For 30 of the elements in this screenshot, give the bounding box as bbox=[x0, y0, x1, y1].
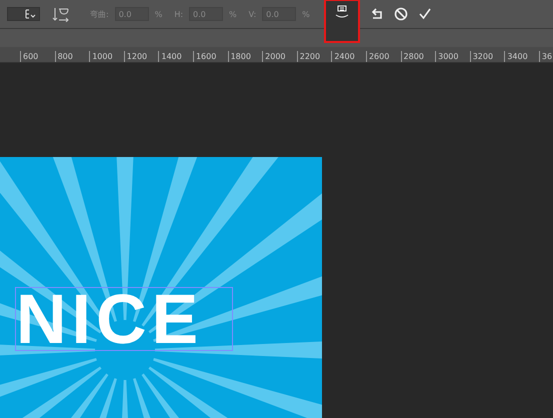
ruler-label: 1200 bbox=[124, 51, 158, 62]
ruler-label: 2000 bbox=[262, 51, 297, 62]
undo-icon[interactable] bbox=[370, 7, 384, 21]
ruler-label: 3000 bbox=[435, 51, 470, 62]
unit-label: % bbox=[302, 10, 310, 18]
ruler-label: 1800 bbox=[228, 51, 262, 62]
value-field[interactable]: 0.0 bbox=[189, 7, 224, 21]
text-style-icon bbox=[24, 9, 36, 19]
value-field[interactable]: 0.0 bbox=[114, 7, 149, 21]
ruler-label: 2400 bbox=[331, 51, 366, 62]
text-orientation-icon[interactable] bbox=[52, 6, 70, 22]
style-dropdown[interactable] bbox=[7, 7, 40, 21]
unit-label: % bbox=[154, 10, 162, 18]
ruler-label: 1600 bbox=[192, 51, 228, 62]
ruler-label: 36 bbox=[538, 51, 553, 62]
ruler-label: 800 bbox=[54, 51, 90, 62]
commit-check-icon[interactable] bbox=[418, 7, 432, 21]
ruler-label: 2800 bbox=[400, 51, 436, 62]
ruler-label: 600 bbox=[20, 51, 55, 62]
ruler-label: 1400 bbox=[158, 51, 193, 62]
ruler-label: 1000 bbox=[89, 51, 124, 62]
ruler-label: 3400 bbox=[504, 51, 539, 62]
cancel-icon[interactable] bbox=[394, 7, 408, 21]
ruler-label: 2600 bbox=[366, 51, 401, 62]
warp-text-icon bbox=[334, 3, 350, 19]
unit-label: % bbox=[229, 10, 237, 18]
value-field[interactable]: 0.0 bbox=[262, 7, 296, 21]
warp-button[interactable] bbox=[324, 0, 360, 43]
ruler-label: 3200 bbox=[470, 51, 504, 62]
ruler-label: 2200 bbox=[296, 51, 332, 62]
